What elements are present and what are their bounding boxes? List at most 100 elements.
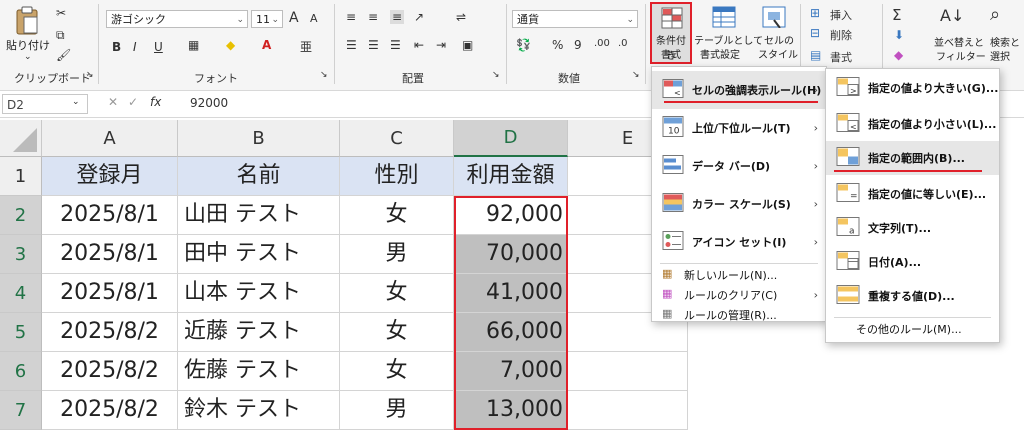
paste-icon[interactable]: [14, 6, 40, 36]
cell-a[interactable]: 2025/8/2: [42, 391, 178, 430]
cell-e[interactable]: [568, 352, 688, 391]
cell-c[interactable]: 男: [340, 391, 454, 430]
cell-d[interactable]: 66,000: [454, 313, 568, 352]
format-painter-icon[interactable]: 🖌: [56, 48, 71, 62]
submenu-item-less-than[interactable]: < 指定の値より小さい(L)...: [826, 107, 999, 141]
autosum-button[interactable]: Σ: [892, 6, 901, 24]
row-header[interactable]: 4: [0, 274, 42, 313]
orientation-icon[interactable]: ↗: [414, 10, 424, 24]
italic-button[interactable]: I: [133, 40, 137, 54]
copy-icon[interactable]: ⧉: [56, 28, 65, 43]
decrease-decimal-icon[interactable]: .0: [618, 38, 628, 49]
header-cell-amount[interactable]: 利用金額: [454, 157, 568, 196]
cell-style-label-2[interactable]: スタイル: [758, 46, 798, 61]
cell-c[interactable]: 女: [340, 196, 454, 235]
paste-button[interactable]: 貼り付け: [6, 38, 50, 52]
cell-d[interactable]: 7,000: [454, 352, 568, 391]
cell-b[interactable]: 鈴木 テスト: [178, 391, 340, 430]
sort-filter-label-2[interactable]: フィルター: [936, 48, 986, 63]
align-middle-icon[interactable]: ≡: [368, 10, 378, 24]
fill-color-icon[interactable]: ◆: [226, 38, 235, 52]
cancel-icon[interactable]: ✕: [108, 95, 118, 109]
align-left-icon[interactable]: ☰: [346, 38, 357, 52]
submenu-item-equal-to[interactable]: = 指定の値に等しい(E)...: [826, 177, 999, 211]
cell-d[interactable]: 41,000: [454, 274, 568, 313]
menu-item-top-bottom[interactable]: 10 上位/下位ルール(T) ›: [652, 109, 826, 147]
decrease-indent-icon[interactable]: ⇤: [414, 38, 424, 52]
table-format-icon[interactable]: [712, 6, 736, 32]
column-header-b[interactable]: B: [178, 120, 340, 157]
cell-c[interactable]: 女: [340, 352, 454, 391]
align-right-icon[interactable]: ☰: [390, 38, 401, 52]
number-launcher-icon[interactable]: ↘: [632, 70, 640, 80]
select-all-corner[interactable]: [0, 120, 42, 157]
merge-center-icon[interactable]: ▣: [462, 38, 473, 52]
paste-dropdown-icon[interactable]: ⌄: [24, 52, 32, 62]
sort-filter-icon[interactable]: A↓: [940, 6, 964, 25]
grow-font-button[interactable]: A: [289, 10, 299, 26]
row-header[interactable]: 5: [0, 313, 42, 352]
delete-cells-icon[interactable]: ⊟: [810, 26, 820, 40]
cell-b[interactable]: 佐藤 テスト: [178, 352, 340, 391]
format-cells-icon[interactable]: ▤: [810, 48, 821, 62]
cell-c[interactable]: 女: [340, 313, 454, 352]
cell-e[interactable]: [568, 391, 688, 430]
insert-cells-icon[interactable]: ⊞: [810, 6, 820, 20]
formula-input[interactable]: 92000: [190, 96, 228, 110]
menu-item-data-bar[interactable]: データ バー(D) ›: [652, 147, 826, 185]
font-size-combo[interactable]: 11 ⌄: [251, 10, 283, 28]
alignment-launcher-icon[interactable]: ↘: [492, 70, 500, 80]
cell-a[interactable]: 2025/8/2: [42, 313, 178, 352]
cell-c[interactable]: 男: [340, 235, 454, 274]
cell-c[interactable]: 女: [340, 274, 454, 313]
cell-b[interactable]: 山田 テスト: [178, 196, 340, 235]
cell-a[interactable]: 2025/8/1: [42, 196, 178, 235]
sort-filter-label-1[interactable]: 並べ替えと: [934, 34, 984, 49]
find-select-label-2[interactable]: 選択: [990, 48, 1010, 63]
cell-d[interactable]: 70,000: [454, 235, 568, 274]
clipboard-launcher-icon[interactable]: ↘: [86, 70, 94, 80]
submenu-item-duplicate-values[interactable]: 重複する値(D)...: [826, 279, 999, 313]
increase-indent-icon[interactable]: ⇥: [436, 38, 446, 52]
submenu-item-greater-than[interactable]: > 指定の値より大きい(G)...: [826, 71, 999, 105]
row-header[interactable]: 7: [0, 391, 42, 430]
cell-d[interactable]: 92,000: [454, 196, 568, 235]
delete-cells-button[interactable]: 削除: [830, 27, 852, 43]
cell-b[interactable]: 田中 テスト: [178, 235, 340, 274]
column-header-a[interactable]: A: [42, 120, 178, 157]
bold-button[interactable]: B: [112, 40, 121, 54]
cell-a[interactable]: 2025/8/2: [42, 352, 178, 391]
cell-d[interactable]: 13,000: [454, 391, 568, 430]
percent-button[interactable]: %: [552, 38, 563, 52]
submenu-item-date[interactable]: 日付(A)...: [826, 245, 999, 279]
cell-b[interactable]: 近藤 テスト: [178, 313, 340, 352]
font-name-combo[interactable]: 游ゴシック ⌄: [106, 10, 248, 28]
cell-a[interactable]: 2025/8/1: [42, 274, 178, 313]
find-select-icon[interactable]: ⌕: [990, 4, 1000, 25]
cell-style-icon[interactable]: [762, 6, 786, 32]
header-cell-name[interactable]: 名前: [178, 157, 340, 196]
name-box-dropdown-icon[interactable]: ⌄: [72, 97, 80, 107]
menu-item-icon-set[interactable]: アイコン セット(I) ›: [652, 223, 826, 261]
number-format-combo[interactable]: 通貨 ⌄: [512, 10, 638, 28]
cell-style-label-1[interactable]: セルの: [764, 32, 794, 47]
row-header[interactable]: 6: [0, 352, 42, 391]
menu-item-clear-rules[interactable]: ▦ ルールのクリア(C) ›: [652, 285, 826, 305]
format-cells-button[interactable]: 書式: [830, 49, 852, 65]
comma-button[interactable]: 9: [574, 38, 582, 52]
submenu-item-text-contains[interactable]: a 文字列(T)...: [826, 211, 999, 245]
header-cell-gender[interactable]: 性別: [340, 157, 454, 196]
menu-item-highlight-rules[interactable]: < セルの強調表示ルール(H) ›: [652, 71, 826, 109]
cell-a[interactable]: 2025/8/1: [42, 235, 178, 274]
column-header-c[interactable]: C: [340, 120, 454, 157]
enter-icon[interactable]: ✓: [128, 95, 138, 109]
align-bottom-icon[interactable]: ≡: [390, 10, 405, 24]
phonetic-icon[interactable]: 亜: [300, 38, 312, 55]
font-color-icon[interactable]: A: [262, 38, 271, 52]
menu-item-manage-rules[interactable]: ▦ ルールの管理(R)...: [652, 305, 826, 325]
table-format-label-1[interactable]: テーブルとして: [694, 32, 763, 47]
insert-function-icon[interactable]: fx: [150, 95, 161, 109]
row-header[interactable]: 3: [0, 235, 42, 274]
header-cell-registration-month[interactable]: 登録月: [42, 157, 178, 196]
align-center-icon[interactable]: ☰: [368, 38, 379, 52]
